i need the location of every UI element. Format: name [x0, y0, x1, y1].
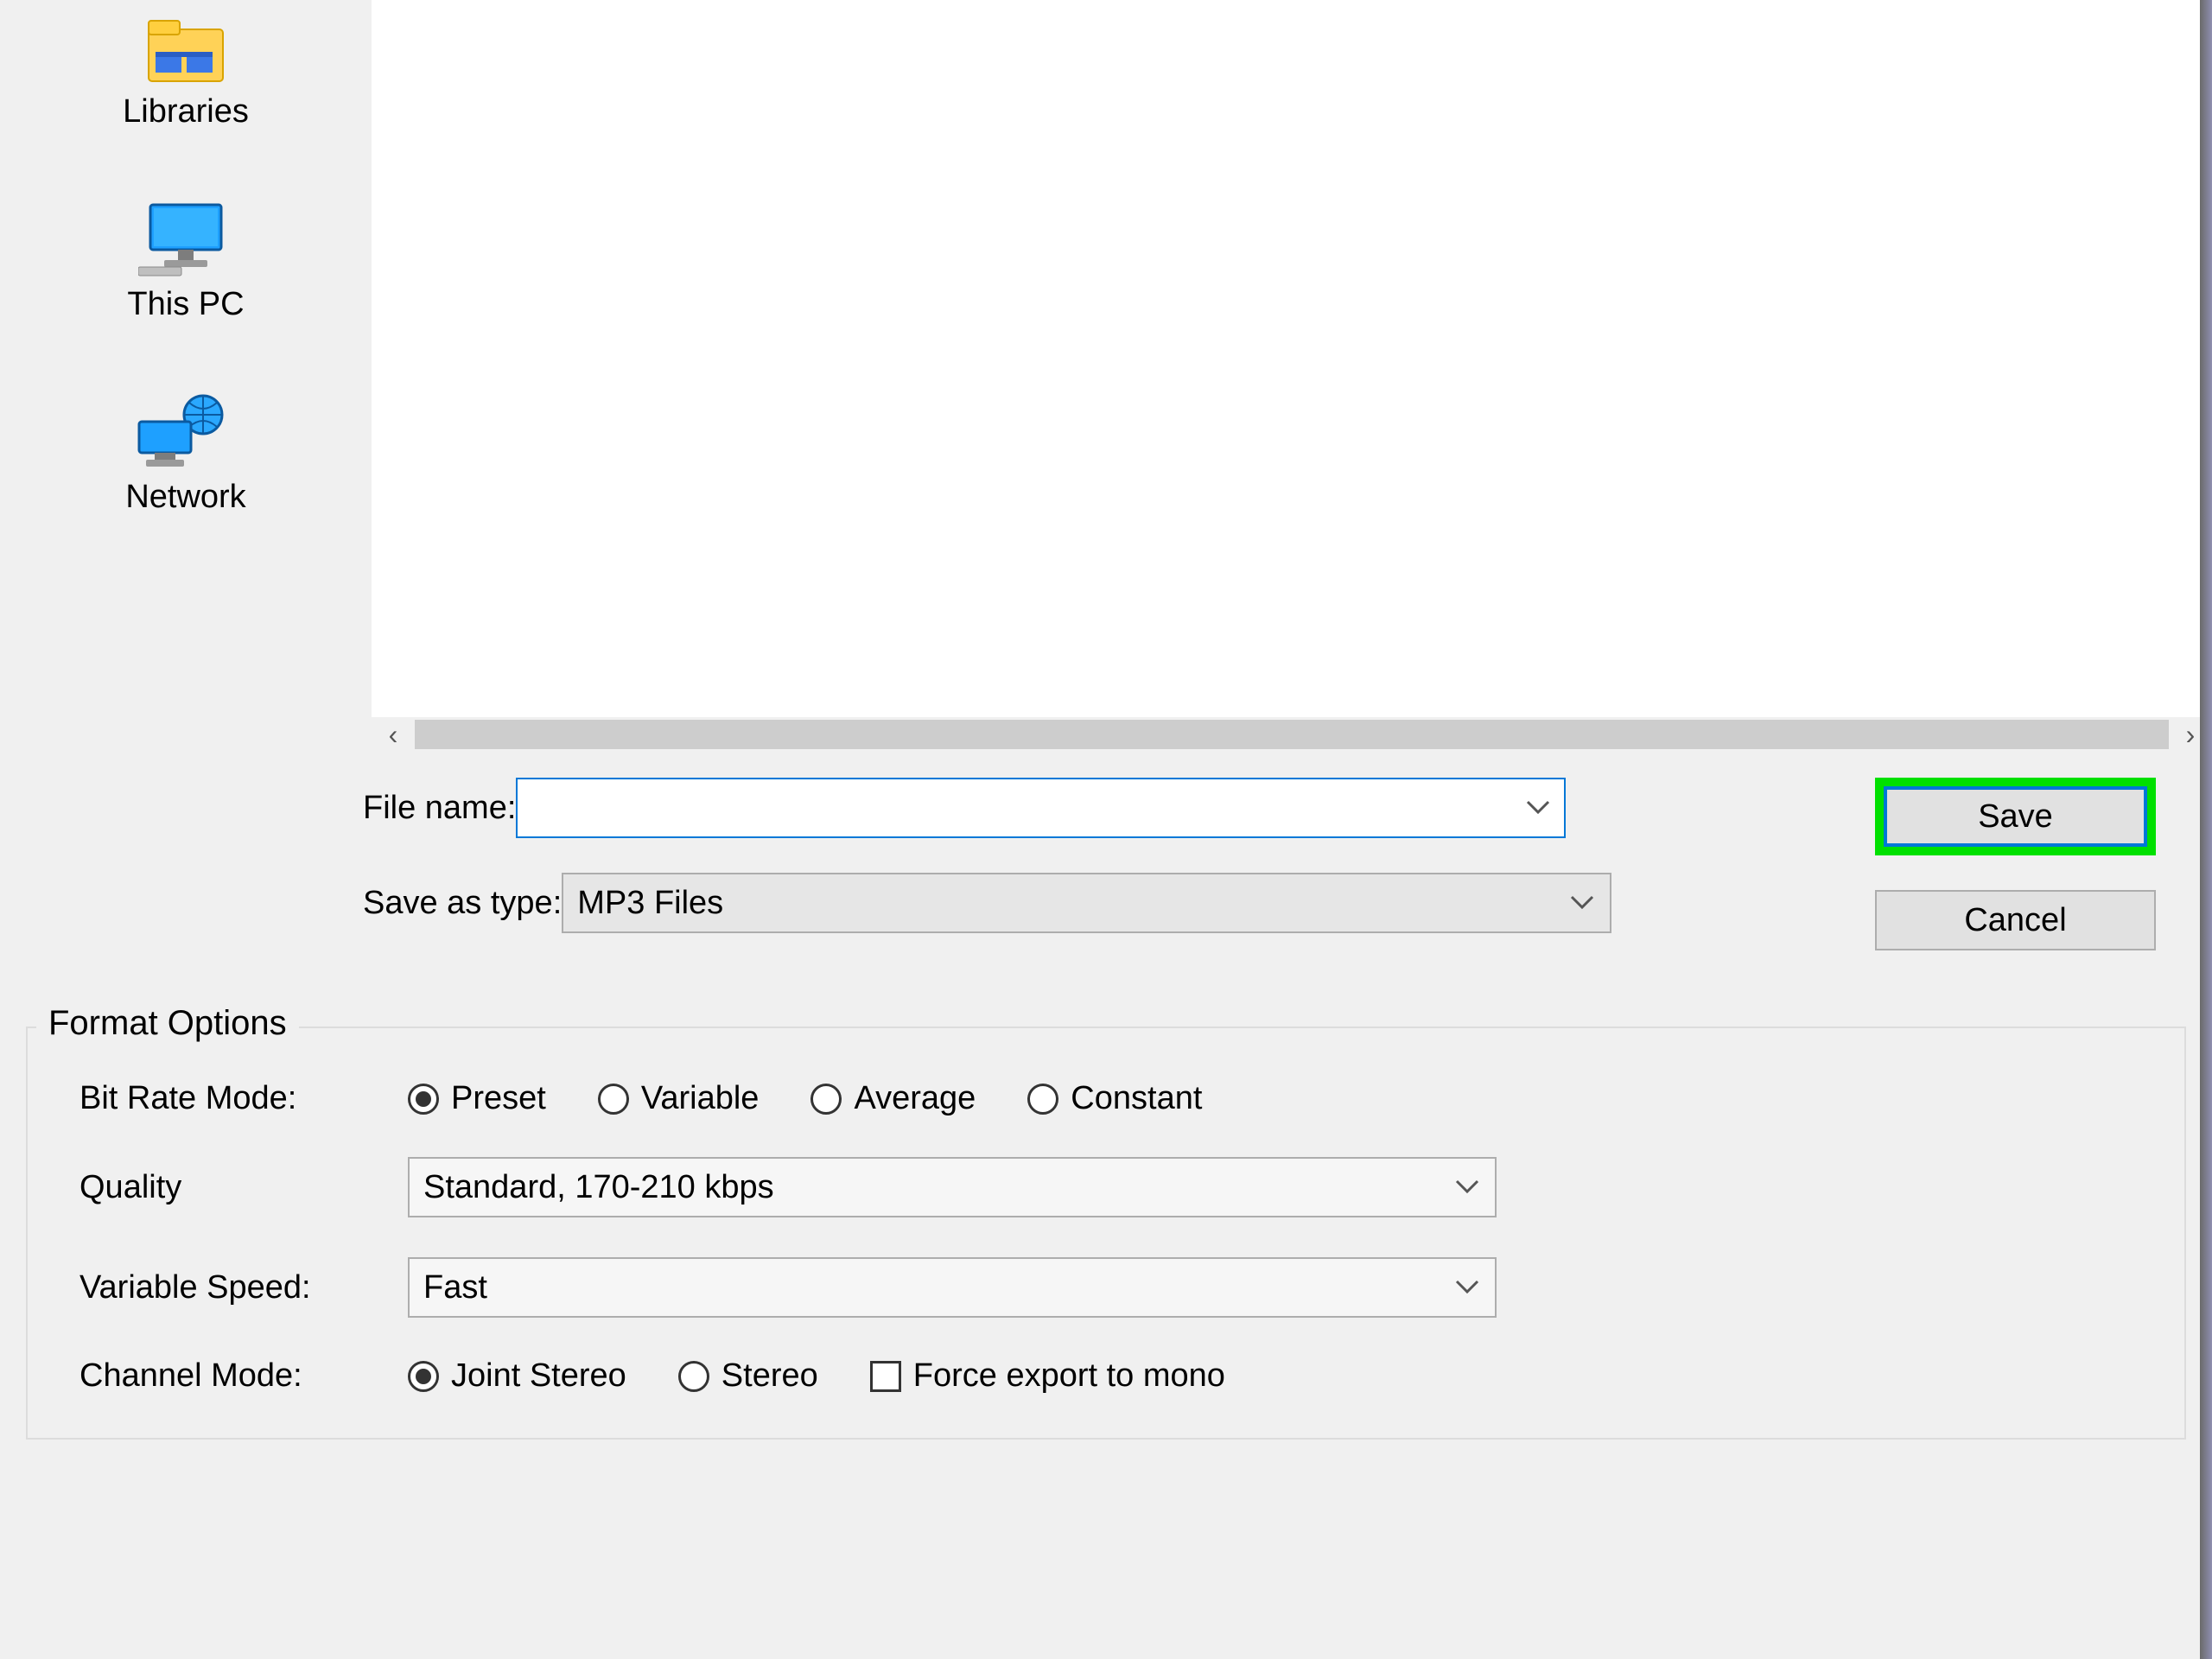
save-form: File name: Save as type: MP3 Files: [0, 752, 2212, 1011]
bit-rate-mode-preset[interactable]: Preset: [408, 1080, 546, 1117]
radio-icon: [408, 1084, 439, 1115]
variable-speed-dropdown[interactable]: Fast: [408, 1257, 1497, 1318]
save-button[interactable]: Save: [1884, 786, 2147, 847]
radio-label: Preset: [451, 1080, 546, 1117]
channel-mode-label: Channel Mode:: [62, 1357, 408, 1395]
quality-label: Quality: [62, 1169, 408, 1206]
variable-speed-label: Variable Speed:: [62, 1269, 408, 1306]
channel-mode-joint-stereo[interactable]: Joint Stereo: [408, 1357, 626, 1395]
bit-rate-mode-average[interactable]: Average: [810, 1080, 976, 1117]
file-name-label: File name:: [35, 790, 516, 827]
places-sidebar: Libraries This PC: [0, 0, 372, 752]
radio-icon: [408, 1361, 439, 1392]
file-list[interactable]: [372, 0, 2212, 717]
horizontal-scrollbar[interactable]: ‹ ›: [372, 717, 2212, 752]
scroll-track[interactable]: [415, 720, 2169, 749]
bit-rate-mode-constant[interactable]: Constant: [1027, 1080, 1202, 1117]
radio-icon: [678, 1361, 709, 1392]
radio-label: Average: [854, 1080, 976, 1117]
sidebar-item-label: Network: [125, 479, 245, 516]
radio-icon: [1027, 1084, 1058, 1115]
force-mono-checkbox[interactable]: Force export to mono: [870, 1357, 1225, 1395]
radio-label: Variable: [641, 1080, 760, 1117]
sidebar-item-label: Libraries: [123, 93, 249, 130]
radio-label: Joint Stereo: [451, 1357, 626, 1395]
network-icon: [134, 392, 238, 470]
checkbox-icon: [870, 1361, 901, 1392]
chevron-down-icon: [1570, 895, 1594, 911]
this-pc-icon: [138, 200, 233, 277]
cancel-button[interactable]: Cancel: [1875, 890, 2156, 950]
bit-rate-mode-variable[interactable]: Variable: [598, 1080, 760, 1117]
save-as-type-dropdown[interactable]: MP3 Files: [562, 873, 1611, 933]
chevron-down-icon: [1455, 1179, 1479, 1195]
sidebar-item-network[interactable]: Network: [125, 392, 245, 516]
quality-dropdown[interactable]: Standard, 170-210 kbps: [408, 1157, 1497, 1217]
save-button-highlight: Save: [1875, 778, 2156, 855]
file-name-input[interactable]: [516, 778, 1566, 838]
file-area: ‹ ›: [372, 0, 2212, 752]
radio-icon: [598, 1084, 629, 1115]
window-right-edge: [2200, 0, 2212, 1659]
bit-rate-mode-label: Bit Rate Mode:: [62, 1080, 408, 1117]
channel-mode-stereo[interactable]: Stereo: [678, 1357, 818, 1395]
scroll-left-arrow[interactable]: ‹: [372, 719, 415, 751]
radio-label: Constant: [1071, 1080, 1202, 1117]
radio-label: Stereo: [721, 1357, 818, 1395]
chevron-down-icon: [1455, 1280, 1479, 1295]
channel-mode-controls: Joint Stereo Stereo Force export to mono: [408, 1357, 1497, 1395]
radio-icon: [810, 1084, 842, 1115]
libraries-icon: [147, 17, 225, 85]
sidebar-item-libraries[interactable]: Libraries: [123, 17, 249, 130]
bit-rate-mode-radios: Preset Variable Average Constant: [408, 1080, 1497, 1117]
format-options-group: Format Options Bit Rate Mode: Preset Var…: [26, 1027, 2186, 1440]
format-options-legend: Format Options: [36, 1004, 299, 1043]
sidebar-item-this-pc[interactable]: This PC: [127, 200, 244, 323]
quality-value: Standard, 170-210 kbps: [423, 1169, 774, 1206]
sidebar-item-label: This PC: [127, 286, 244, 323]
checkbox-label: Force export to mono: [913, 1357, 1225, 1395]
save-as-type-value: MP3 Files: [577, 885, 723, 922]
save-as-type-label: Save as type:: [35, 885, 562, 922]
variable-speed-value: Fast: [423, 1269, 487, 1306]
